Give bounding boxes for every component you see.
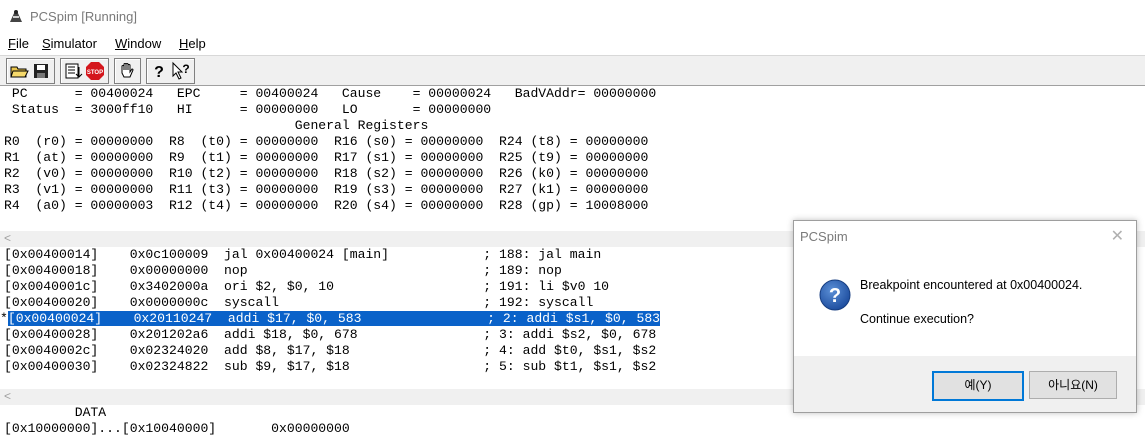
dialog-message: Breakpoint encountered at 0x00400024. (860, 278, 1083, 292)
context-help-icon[interactable]: ? (171, 61, 191, 81)
no-button[interactable]: 아니요(N) (1029, 371, 1117, 399)
scroll-left-arrow-icon[interactable]: < (4, 231, 11, 245)
register-line: Status = 3000ff10 HI = 00000000 LO = 000… (4, 102, 492, 117)
menu-simulator-label: imulator (50, 36, 97, 51)
breakpoint-dialog: PCSpim ✕ ? Breakpoint encountered at 0x0… (793, 220, 1137, 413)
question-icon: ? (819, 279, 851, 311)
menu-window-label: indow (127, 36, 162, 51)
data-line: [0x10000000]...[0x10040000] 0x00000000 (4, 421, 350, 435)
instruction-text: [0x00400018] 0x00000000 nop ; 189: nop (4, 263, 562, 278)
data-heading: DATA (4, 405, 107, 420)
register-line: R2 (v0) = 00000000 R10 (t2) = 00000000 R… (4, 166, 649, 181)
instruction-row[interactable]: [0x00400018] 0x00000000 nop ; 189: nop (4, 263, 562, 279)
stop-icon[interactable]: STOP (85, 61, 105, 81)
instruction-row[interactable]: [0x00400030] 0x02324822 sub $9, $17, $18… (4, 359, 656, 375)
breakpoint-marker: * (0, 311, 8, 326)
yes-button[interactable]: 예(Y) (932, 371, 1024, 401)
dialog-title: PCSpim (800, 229, 848, 244)
window-title: PCSpim [Running] (30, 9, 137, 24)
register-line: R1 (at) = 00000000 R9 (t1) = 00000000 R1… (4, 150, 649, 165)
instruction-row-selected[interactable]: *[0x00400024] 0x20110247 addi $17, $0, 5… (0, 311, 661, 327)
menu-file[interactable]: File (8, 36, 29, 51)
menu-simulator[interactable]: Simulator (42, 36, 97, 51)
instruction-text: [0x0040002c] 0x02324020 add $8, $17, $18… (4, 343, 657, 358)
pcspim-app-icon (10, 10, 22, 22)
register-line: R4 (a0) = 00000003 R12 (t4) = 00000000 R… (4, 198, 649, 213)
instruction-text: [0x00400020] 0x0000000c syscall ; 192: s… (4, 295, 594, 310)
context-help-glyph: ? (182, 62, 189, 76)
help-icon[interactable]: ? (149, 61, 169, 81)
menu-window[interactable]: Window (115, 36, 161, 51)
toolbar: STOP ? ? (0, 55, 1145, 86)
menu-file-label: ile (15, 36, 29, 51)
toolbar-run-group: STOP (60, 58, 109, 84)
registers-pane[interactable]: PC = 00400024 EPC = 00400024 Cause = 000… (0, 86, 1145, 231)
close-icon[interactable]: ✕ (1111, 226, 1124, 246)
question-glyph: ? (829, 285, 841, 307)
instruction-text: [0x00400030] 0x02324822 sub $9, $17, $18… (4, 359, 657, 374)
open-icon[interactable] (9, 61, 29, 81)
register-line: R0 (r0) = 00000000 R8 (t0) = 00000000 R1… (4, 134, 649, 149)
instruction-row[interactable]: [0x0040001c] 0x3402000a ori $2, $0, 10 ;… (4, 279, 609, 295)
instruction-row[interactable]: [0x00400014] 0x0c100009 jal 0x00400024 [… (4, 247, 601, 263)
hand-icon[interactable] (117, 61, 137, 81)
toolbar-file-group (6, 58, 55, 84)
menu-help[interactable]: Help (179, 36, 206, 51)
toolbar-break-group (114, 58, 141, 84)
toolbar-help-group: ? ? (146, 58, 195, 84)
menu-window-mnemonic: W (115, 36, 128, 51)
instruction-row[interactable]: [0x00400020] 0x0000000c syscall ; 192: s… (4, 295, 593, 311)
instruction-text: [0x00400028] 0x201202a6 addi $18, $0, 67… (4, 327, 657, 342)
register-line: PC = 00400024 EPC = 00400024 Cause = 000… (4, 86, 657, 101)
instruction-row[interactable]: [0x00400028] 0x201202a6 addi $18, $0, 67… (4, 327, 656, 343)
instruction-row[interactable]: [0x0040002c] 0x02324020 add $8, $17, $18… (4, 343, 656, 359)
menu-file-mnemonic: F (8, 36, 16, 51)
dialog-prompt: Continue execution? (860, 312, 974, 326)
menu-help-mnemonic: H (179, 36, 189, 51)
stop-label: STOP (87, 70, 103, 76)
title-bar: PCSpim [Running] (0, 0, 1145, 32)
menu-help-label: elp (188, 36, 206, 51)
scroll-left-arrow-icon[interactable]: < (4, 389, 11, 403)
register-line: R3 (v1) = 00000000 R11 (t3) = 00000000 R… (4, 182, 649, 197)
help-glyph: ? (154, 64, 164, 81)
general-registers-heading: General Registers (4, 118, 429, 133)
menu-simulator-mnemonic: S (42, 36, 51, 51)
menu-bar: File Simulator Window Help (0, 32, 1145, 54)
instruction-text: [0x00400014] 0x0c100009 jal 0x00400024 [… (4, 247, 602, 262)
instruction-text: [0x0040001c] 0x3402000a ori $2, $0, 10 ;… (4, 279, 610, 294)
dialog-footer: 예(Y) 아니요(N) (794, 356, 1136, 412)
instruction-text-highlighted: [0x00400024] 0x20110247 addi $17, $0, 58… (7, 311, 661, 326)
log-icon[interactable] (63, 61, 83, 81)
save-icon[interactable] (31, 61, 51, 81)
